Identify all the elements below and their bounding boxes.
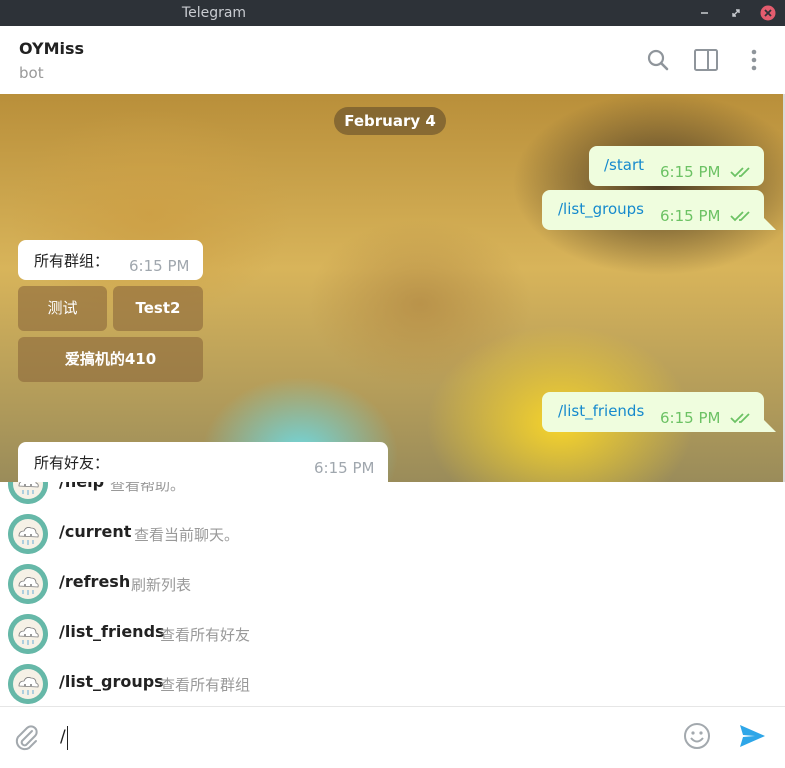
chat-messages-area[interactable]: February 4 /start 6:15 PM /list_groups 6… bbox=[0, 94, 783, 482]
inline-keyboard-button[interactable]: 爱搞机的410 bbox=[18, 337, 203, 382]
inline-keyboard-button[interactable]: Test2 bbox=[113, 286, 203, 331]
sidebar-toggle-icon[interactable] bbox=[693, 47, 719, 73]
minimize-icon[interactable] bbox=[696, 4, 714, 22]
command-description: 查看帮助。 bbox=[110, 482, 186, 494]
bot-avatar-icon bbox=[8, 614, 48, 654]
double-check-icon bbox=[730, 211, 750, 222]
command-item-help[interactable]: /help 查看帮助。 bbox=[0, 482, 785, 509]
bot-avatar-icon bbox=[8, 564, 48, 604]
command-name: /help bbox=[59, 482, 104, 491]
message-incoming[interactable]: 所有群组： 6:15 PM bbox=[18, 240, 203, 280]
command-description: 查看所有好友 bbox=[160, 626, 251, 644]
command-item-current[interactable]: /current 查看当前聊天。 bbox=[0, 509, 785, 559]
chat-title[interactable]: OYMiss bbox=[19, 39, 84, 58]
send-icon[interactable] bbox=[737, 721, 767, 751]
search-icon[interactable] bbox=[645, 47, 671, 73]
bot-avatar-icon bbox=[8, 482, 48, 504]
window-title: Telegram bbox=[181, 5, 247, 21]
chat-status: bot bbox=[19, 64, 44, 82]
command-name: /list_groups bbox=[59, 672, 164, 691]
bubble-tail bbox=[764, 218, 776, 230]
date-separator: February 4 bbox=[334, 107, 446, 135]
message-outgoing[interactable]: /start 6:15 PM bbox=[589, 146, 764, 186]
message-input[interactable] bbox=[60, 723, 660, 751]
message-text: /list_groups bbox=[558, 200, 644, 218]
message-time: 6:15 PM bbox=[129, 257, 190, 275]
message-incoming[interactable]: 所有好友： 6:15 PM bbox=[18, 442, 388, 482]
chat-header: OYMiss bot bbox=[0, 26, 785, 95]
command-description: 查看所有群组 bbox=[160, 676, 251, 694]
message-text: /start bbox=[604, 156, 644, 174]
command-item-list-friends[interactable]: /list_friends 查看所有好友 bbox=[0, 609, 785, 659]
command-name: /current bbox=[59, 522, 132, 541]
message-composer bbox=[0, 706, 785, 768]
message-text: 所有好友： bbox=[34, 454, 110, 472]
message-text: /list_friends bbox=[558, 402, 645, 420]
message-time: 6:15 PM bbox=[660, 207, 721, 225]
close-icon[interactable] bbox=[759, 4, 777, 22]
message-time: 6:15 PM bbox=[660, 163, 721, 181]
message-outgoing[interactable]: /list_friends 6:15 PM bbox=[542, 392, 764, 432]
command-item-list-groups[interactable]: /list_groups 查看所有群组 bbox=[0, 659, 785, 706]
bot-avatar-icon bbox=[8, 664, 48, 704]
bot-commands-panel[interactable]: /help 查看帮助。 /current 查看当前聊天。 /refresh 刷新… bbox=[0, 482, 785, 706]
message-text: 所有群组： bbox=[34, 252, 110, 270]
window-titlebar: Telegram bbox=[0, 0, 785, 26]
bubble-tail bbox=[764, 420, 776, 432]
message-time: 6:15 PM bbox=[314, 459, 375, 477]
command-description: 刷新列表 bbox=[131, 576, 192, 594]
message-time: 6:15 PM bbox=[660, 409, 721, 427]
emoji-icon[interactable] bbox=[682, 721, 712, 751]
double-check-icon bbox=[730, 167, 750, 178]
more-vertical-icon[interactable] bbox=[741, 47, 767, 73]
restore-icon[interactable] bbox=[727, 4, 745, 22]
command-item-refresh[interactable]: /refresh 刷新列表 bbox=[0, 559, 785, 609]
command-name: /list_friends bbox=[59, 622, 165, 641]
command-name: /refresh bbox=[59, 572, 131, 591]
paperclip-icon[interactable] bbox=[12, 722, 40, 752]
text-caret bbox=[67, 726, 68, 750]
bot-avatar-icon bbox=[8, 514, 48, 554]
message-outgoing[interactable]: /list_groups 6:15 PM bbox=[542, 190, 764, 230]
command-description: 查看当前聊天。 bbox=[134, 526, 240, 544]
inline-keyboard-button[interactable]: 测试 bbox=[18, 286, 107, 331]
double-check-icon bbox=[730, 413, 750, 424]
